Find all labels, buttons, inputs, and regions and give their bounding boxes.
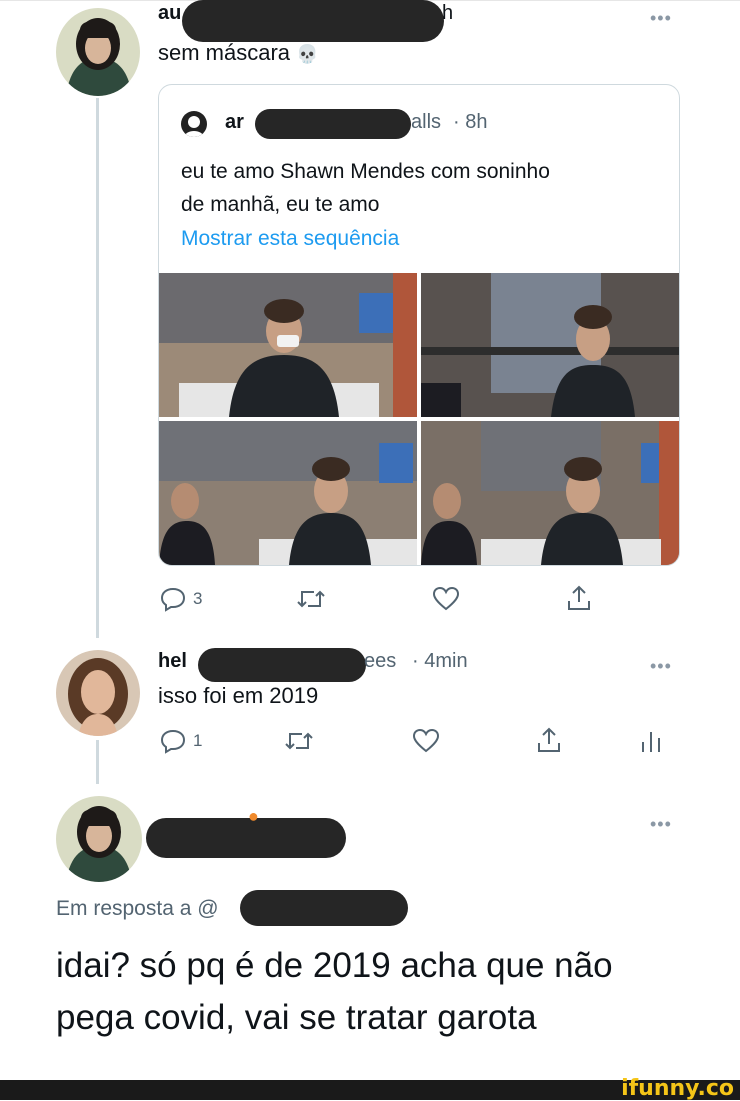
reply-count: 1 <box>193 731 203 750</box>
more-options-icon[interactable]: ••• <box>650 656 672 677</box>
quoted-timestamp: · 8h <box>453 111 488 133</box>
quoted-tweet-text: eu te amo Shawn Mendes com soninho de ma… <box>181 160 550 216</box>
retweet-icon[interactable] <box>284 728 314 754</box>
photo-1[interactable] <box>159 273 417 417</box>
handle-fragment: ees <box>364 650 397 672</box>
reply-to-handle[interactable]: @ <box>197 897 218 920</box>
photo-3[interactable] <box>159 421 417 565</box>
reply-to-label: Em resposta a <box>56 897 192 920</box>
tweet-text: isso foi em 2019 <box>158 683 319 708</box>
skull-emoji: 💀 <box>296 44 319 64</box>
tweet-text: idai? só pq é de 2019 acha que não pega … <box>56 946 613 1037</box>
author-name-fragment[interactable]: au <box>158 2 181 25</box>
thread-line <box>96 740 99 784</box>
share-icon[interactable] <box>566 584 592 612</box>
show-thread-link[interactable]: Mostrar esta sequência <box>181 227 399 251</box>
more-options-icon[interactable]: ••• <box>650 814 672 835</box>
quoted-tweet-card[interactable]: ar alls · 8h eu te amo Shawn Mendes com … <box>158 84 680 566</box>
photo-grid <box>159 273 679 565</box>
avatar[interactable] <box>56 8 140 96</box>
reply-count: 3 <box>193 589 203 608</box>
reply-icon[interactable] <box>160 586 186 612</box>
reply-icon[interactable] <box>160 728 186 754</box>
timestamp: · 4min <box>412 650 468 672</box>
quoted-author-fragment[interactable]: ar <box>225 111 244 134</box>
redacted-name <box>146 818 346 858</box>
more-options-icon[interactable]: ••• <box>650 8 672 29</box>
avatar[interactable] <box>56 650 140 736</box>
avatar[interactable] <box>56 796 142 882</box>
author-name-fragment[interactable]: hel <box>158 650 187 673</box>
redacted-handle <box>240 890 408 926</box>
reply-to-line: Em resposta a @ <box>56 897 219 921</box>
thread-line <box>96 98 99 638</box>
tweet-text: sem máscara 💀 <box>158 40 319 65</box>
author-name-fragment: h <box>442 2 454 24</box>
twitter-screenshot: { "tweet1": { "name_fragment_left": "au"… <box>0 0 740 1101</box>
redacted-name <box>198 648 366 682</box>
quoted-avatar[interactable] <box>181 111 207 137</box>
analytics-icon[interactable] <box>640 728 662 754</box>
photo-2[interactable] <box>421 273 679 417</box>
quoted-handle-fragment: alls <box>411 111 442 133</box>
like-icon[interactable] <box>432 586 460 612</box>
share-icon[interactable] <box>536 726 562 754</box>
watermark-text: ifunny.co <box>621 1076 734 1101</box>
like-icon[interactable] <box>412 728 440 754</box>
retweet-icon[interactable] <box>296 586 326 612</box>
redacted-name <box>255 109 411 139</box>
redacted-name <box>182 0 444 42</box>
peach-emoji: ● <box>248 806 259 826</box>
watermark-bar: ifunny.co <box>0 1076 740 1101</box>
photo-4[interactable] <box>421 421 679 565</box>
